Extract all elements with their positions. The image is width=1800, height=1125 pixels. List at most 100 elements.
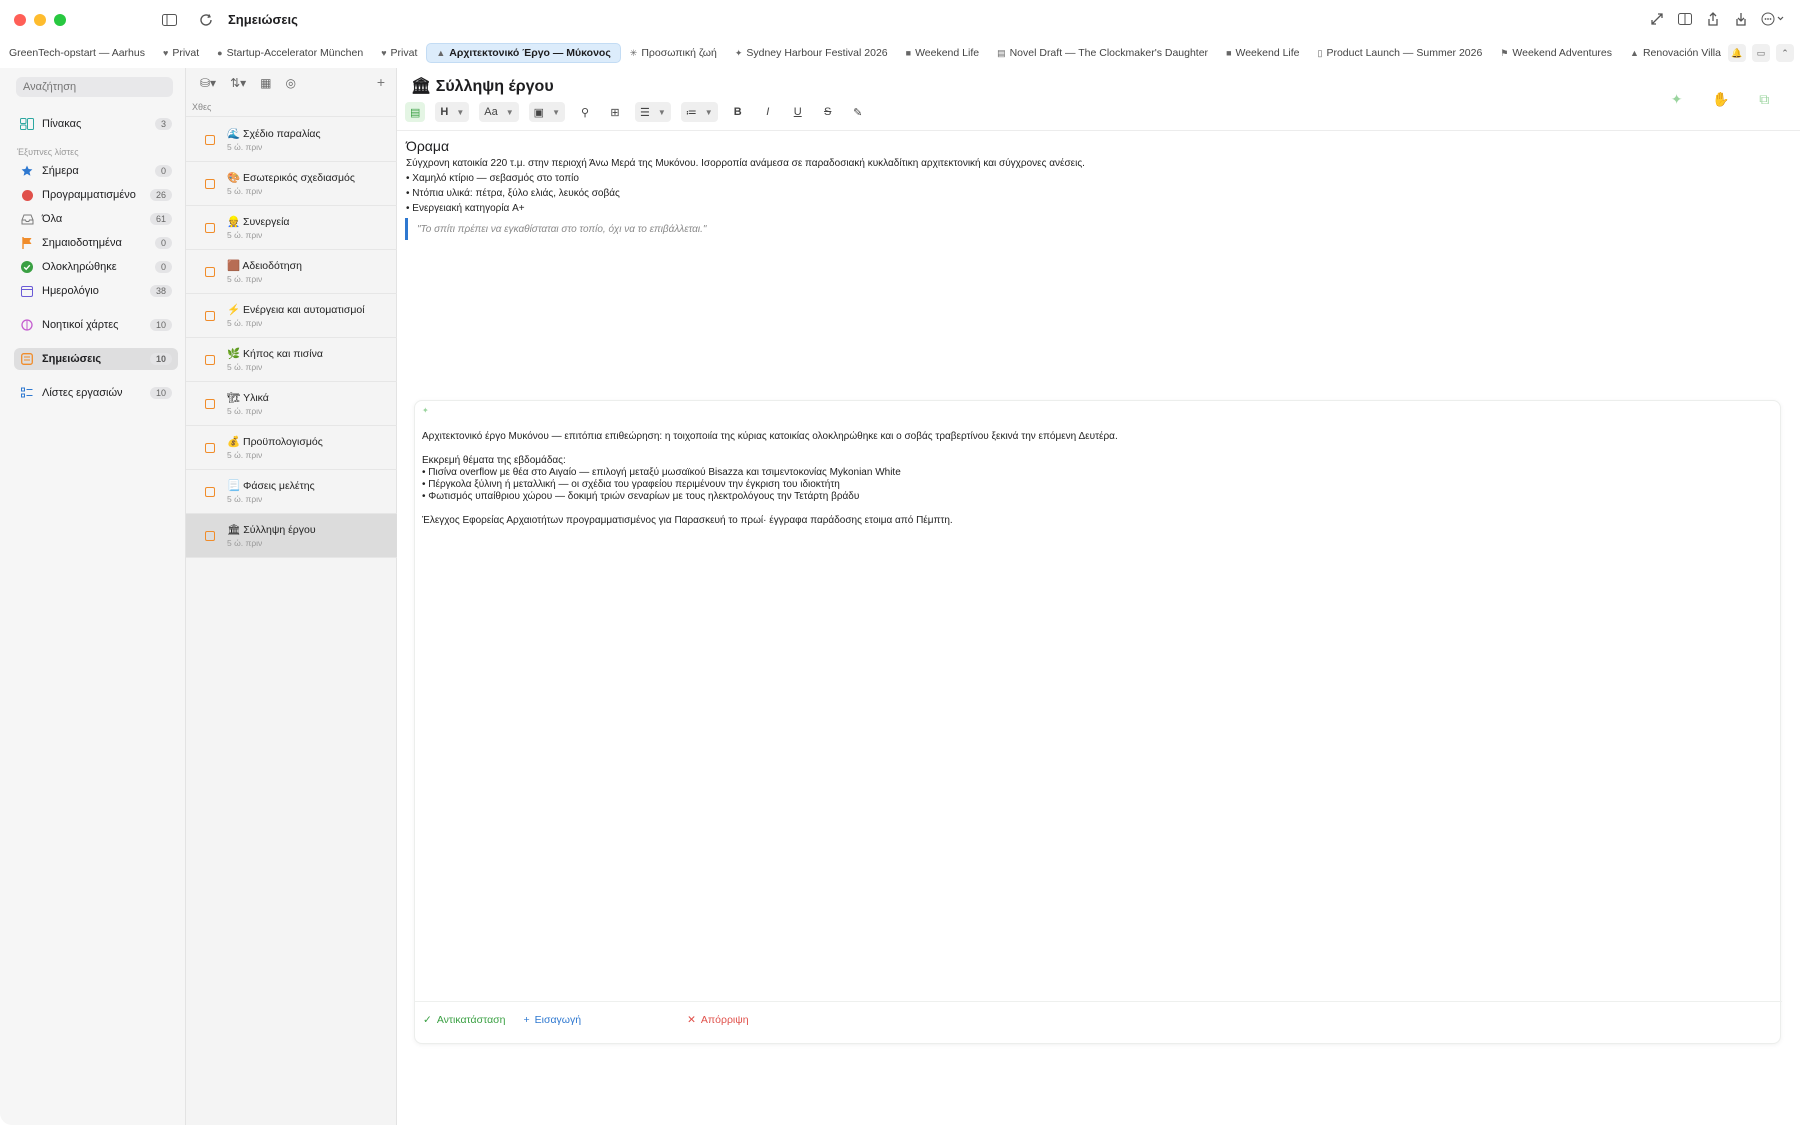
bell-icon[interactable]: 🔔 — [1728, 44, 1746, 62]
share-icon[interactable] — [1704, 10, 1722, 28]
note-list-item[interactable]: 🏗 Υλικά 5 ώ. πριν — [186, 382, 397, 426]
sidebar-toggle-icon[interactable] — [158, 10, 180, 30]
panel-icon[interactable]: ▭ — [1752, 44, 1770, 62]
note-title-text: Σύλληψη έργου — [435, 78, 554, 95]
tab-8[interactable]: ▤ Novel Draft — The Clockmaker's Daughter — [988, 43, 1217, 63]
expand-icon[interactable] — [1648, 10, 1666, 28]
tab-label: Startup-Accelerator München — [226, 47, 364, 59]
note-list-item[interactable]: ⚡ Ενέργεια και αυτοματισμοί 5 ώ. πριν — [186, 294, 397, 338]
underline-button[interactable]: U — [788, 102, 808, 122]
search-input[interactable] — [16, 77, 173, 97]
list-icon: ≔ — [685, 106, 697, 119]
count-badge: 10 — [149, 319, 172, 331]
note-title-label: Εσωτερικός σχεδιασμός — [243, 172, 355, 184]
tab-label: Προσωπική ζωή — [641, 47, 717, 59]
tab-7[interactable]: ■ Weekend Life — [897, 43, 988, 63]
sort-icon[interactable]: ⇅▾ — [230, 76, 246, 90]
tab-10[interactable]: ▯ Product Launch — Summer 2026 — [1309, 43, 1492, 63]
note-list-item[interactable]: 🌿 Κήπος και πισίνα 5 ώ. πριν — [186, 338, 397, 382]
tab-label: Weekend Adventures — [1512, 47, 1613, 59]
tab-9[interactable]: ■ Weekend Life — [1217, 43, 1308, 63]
note-text: 📃 Φάσεις μελέτης 5 ώ. πριν — [227, 479, 315, 504]
sidebar-item-task-lists[interactable]: Λίστες εργασιών 10 — [14, 382, 178, 404]
document-icon[interactable]: ▤ — [405, 102, 426, 122]
font-dropdown[interactable]: Aa ▼ — [479, 102, 519, 122]
bullet-item: • Χαμηλό κτίριο — σεβασμός στο τοπίο — [406, 173, 579, 184]
note-item-title: 🌿 Κήπος και πισίνα — [227, 347, 323, 360]
replace-button[interactable]: ✓ Αντικατάσταση — [423, 1014, 506, 1026]
more-options-icon[interactable] — [1760, 10, 1786, 28]
sidebar-item-board[interactable]: Πίνακας 3 — [14, 113, 178, 135]
tab-label: Sydney Harbour Festival 2026 — [746, 47, 888, 59]
chevron-up-icon[interactable]: ⌃ — [1776, 44, 1794, 62]
sparkle-icon[interactable]: ✦ — [1671, 91, 1683, 108]
sidebar-item-all[interactable]: Όλα 61 — [14, 208, 178, 230]
tab-icon: ▯ — [1317, 47, 1323, 58]
note-icon — [205, 310, 215, 321]
tab-label: GreenTech-opstart — Aarhus — [9, 47, 145, 59]
tab-3[interactable]: ♥ Privat — [372, 43, 426, 63]
note-list-item[interactable]: 🟫 Αδειοδότηση 5 ώ. πριν — [186, 250, 397, 294]
sidebar-item-scheduled[interactable]: Προγραμματισμένο 26 — [14, 184, 178, 206]
note-icon — [205, 486, 215, 497]
sync-icon[interactable] — [195, 10, 217, 30]
insert-button[interactable]: + Εισαγωγή — [524, 1014, 582, 1026]
sidebar: Πίνακας 3 Έξυπνες λίστες Σήμερα 0 Προγρα… — [0, 68, 186, 1125]
image-dropdown[interactable]: ▣ ▼ — [528, 102, 565, 122]
note-list-item[interactable]: 📃 Φάσεις μελέτης 5 ώ. πριν — [186, 470, 397, 514]
list-dropdown[interactable]: ≔ ▼ — [680, 102, 718, 122]
chevron-down-icon: ▼ — [704, 107, 713, 117]
add-note-button[interactable]: + — [377, 74, 385, 90]
note-list-item[interactable]: 🏛 Σύλληψη έργου 5 ώ. πριν — [186, 514, 397, 558]
align-dropdown[interactable]: ☰ ▼ — [635, 102, 671, 122]
suggestion-text: Εκκρεμή θέματα της εβδομάδας: — [422, 455, 566, 466]
reject-button[interactable]: ✕ Απόρριψη — [687, 1014, 749, 1026]
heading-dropdown[interactable]: H ▼ — [435, 102, 470, 122]
tab-11[interactable]: ⚑ Weekend Adventures — [1491, 43, 1621, 63]
italic-button[interactable]: I — [758, 102, 778, 122]
strikethrough-button[interactable]: S — [818, 102, 838, 122]
note-list: ⛁▾ ⇅▾ ▦ ◎ + Χθες 🌊 Σχέδιο παραλίας 5 ώ. π… — [186, 68, 397, 1125]
tab-6[interactable]: ✦ Sydney Harbour Festival 2026 — [726, 43, 897, 63]
note-list-item[interactable]: 🌊 Σχέδιο παραλίας 5 ώ. πριν — [186, 118, 397, 162]
tab-2[interactable]: ● Startup-Accelerator München — [208, 43, 372, 63]
note-list-item[interactable]: 👷 Συνεργεία 5 ώ. πριν — [186, 206, 397, 250]
view-mode-icon[interactable]: ▦ — [260, 76, 271, 90]
tab-1[interactable]: ♥ Privat — [154, 43, 208, 63]
export-icon[interactable] — [1732, 10, 1750, 28]
sidebar-item-flagged[interactable]: Σημαιοδοτημένα 0 — [14, 232, 178, 254]
attachment-icon[interactable]: ⚲ — [575, 102, 595, 122]
table-icon[interactable]: ⊞ — [605, 102, 625, 122]
note-list-item[interactable]: 🎨 Εσωτερικός σχεδιασμός 5 ώ. πριν — [186, 162, 397, 206]
close-window-button[interactable] — [14, 14, 26, 26]
tab-icon: ♥ — [162, 48, 169, 58]
tab-5[interactable]: ✳ Προσωπική ζωή — [621, 43, 726, 63]
tab-label: Weekend Life — [915, 47, 980, 59]
tab-label: Weekend Life — [1235, 47, 1300, 59]
filter-icon[interactable]: ⛁▾ — [200, 76, 216, 90]
note-icon — [205, 354, 215, 365]
tab-icon: ♥ — [381, 48, 387, 58]
sidebar-item-notes[interactable]: Σημειώσεις 10 — [14, 348, 178, 370]
note-item-title: 💰 Προϋπολογισμός — [227, 435, 323, 448]
note-title-label: Κήπος και πισίνα — [243, 348, 323, 360]
hand-icon[interactable]: ✋ — [1712, 91, 1729, 108]
tab-4[interactable]: ▲ Αρχιτεκτονικό Έργο — Μύκονος — [426, 43, 621, 63]
zoom-window-button[interactable] — [54, 14, 66, 26]
sidebar-item-calendar[interactable]: Ημερολόγιο 38 — [14, 280, 178, 302]
sidebar-item-completed[interactable]: Ολοκληρώθηκε 0 — [14, 256, 178, 278]
split-view-icon[interactable] — [1676, 10, 1694, 28]
sidebar-item-today[interactable]: Σήμερα 0 — [14, 160, 178, 182]
count-badge: 10 — [149, 353, 172, 365]
note-icon — [205, 530, 215, 541]
minimize-window-button[interactable] — [34, 14, 46, 26]
tab-label: Novel Draft — The Clockmaker's Daughter — [1009, 47, 1209, 59]
sidebar-item-mindmaps[interactable]: Νοητικοί χάρτες 10 — [14, 314, 178, 336]
note-title[interactable]: 🏛 Σύλληψη έργου — [411, 76, 554, 96]
tab-0[interactable]: GreenTech-opstart — Aarhus — [0, 43, 154, 63]
highlighter-icon[interactable]: ✎ — [848, 102, 868, 122]
check-circle-icon[interactable]: ◎ — [286, 76, 296, 90]
translate-icon[interactable]: ⧉ — [1759, 91, 1769, 108]
bold-button[interactable]: B — [728, 102, 748, 122]
note-list-item[interactable]: 💰 Προϋπολογισμός 5 ώ. πριν — [186, 426, 397, 470]
